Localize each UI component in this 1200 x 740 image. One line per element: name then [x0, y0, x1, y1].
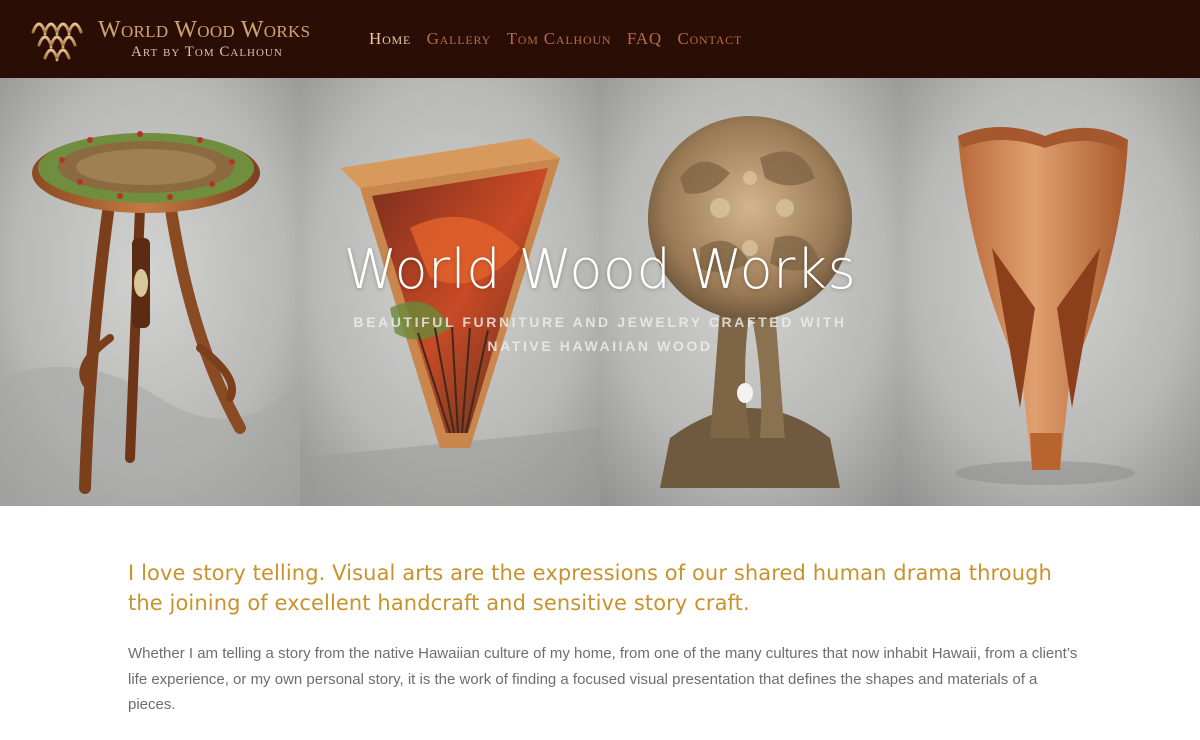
wave-arches-icon	[31, 22, 83, 62]
hero-banner: World Wood Works BEAUTIFUL FURNITURE AND…	[0, 78, 1200, 506]
nav-faq[interactable]: FAQ	[627, 29, 662, 49]
logo-title: World Wood Works	[98, 17, 311, 43]
hero-subtitle: BEAUTIFUL FURNITURE AND JEWELRY CRAFTED …	[353, 314, 847, 354]
nav-tom-calhoun[interactable]: Tom Calhoun	[507, 29, 612, 49]
hero-title: World Wood Works	[343, 238, 857, 301]
nav-home[interactable]: Home	[369, 29, 411, 49]
intro-lead: I love story telling. Visual arts are th…	[128, 561, 1052, 615]
intro-body: Whether I am telling a story from the na…	[128, 645, 1078, 713]
site-header: World Wood Works Art by Tom Calhoun Home…	[0, 0, 1200, 78]
site-logo[interactable]: World Wood Works Art by Tom Calhoun	[30, 12, 330, 68]
nav-contact[interactable]: Contact	[677, 29, 742, 49]
nav-gallery[interactable]: Gallery	[427, 29, 492, 49]
main-nav: Home Gallery Tom Calhoun FAQ Contact	[369, 29, 753, 49]
logo-subtitle: Art by Tom Calhoun	[131, 44, 283, 60]
